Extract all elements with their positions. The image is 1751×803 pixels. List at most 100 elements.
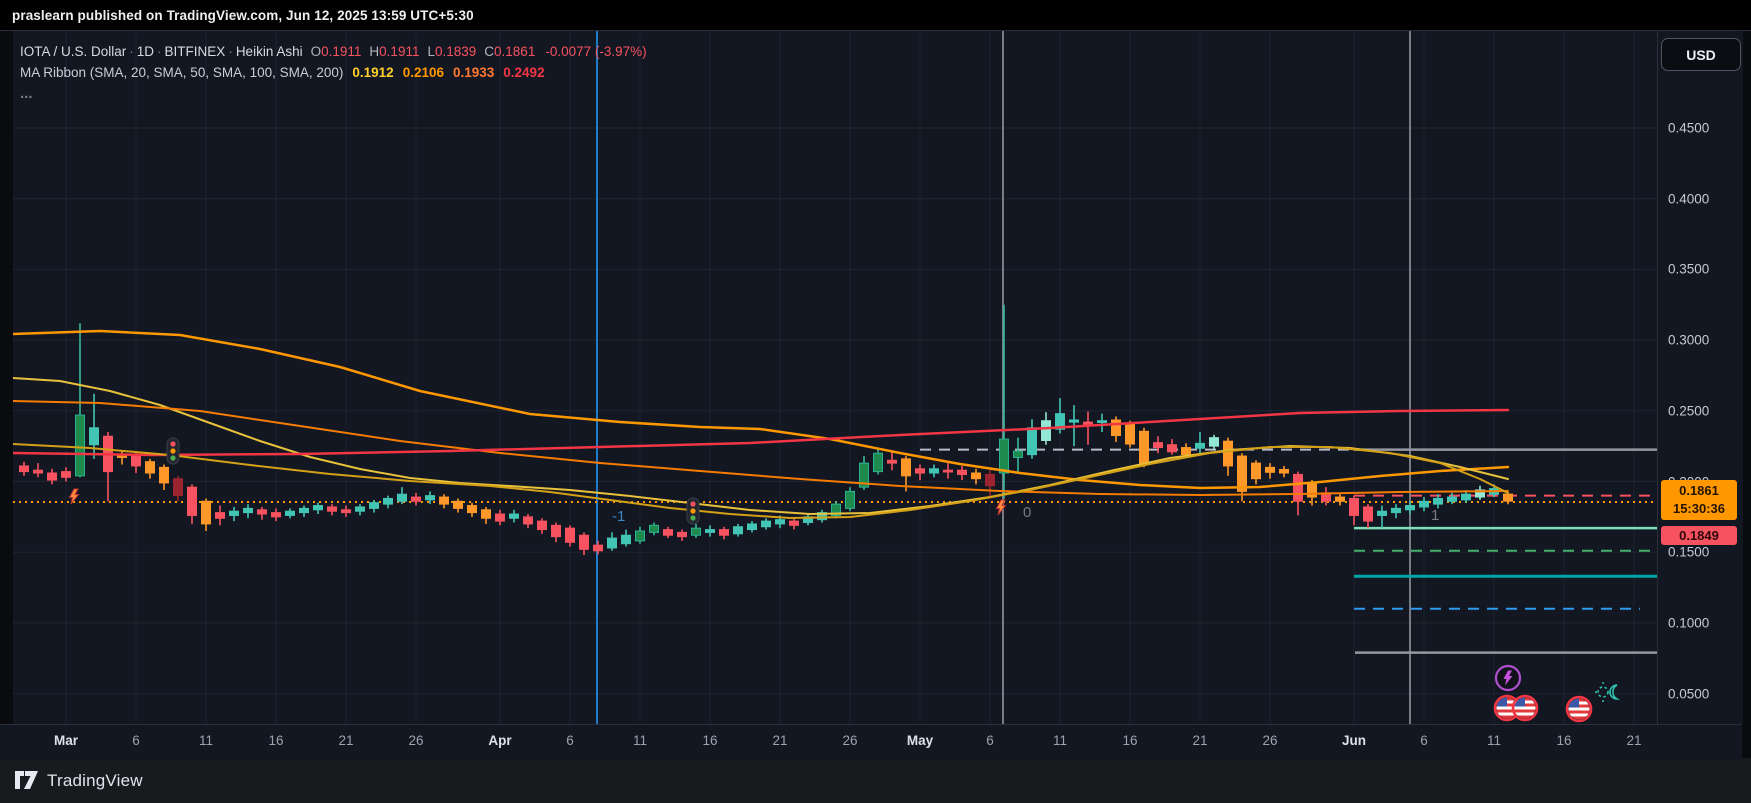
candle (426, 496, 435, 500)
candle (706, 530, 715, 533)
candle (580, 535, 589, 549)
candle (636, 531, 645, 541)
time-tick-label: 26 (842, 733, 857, 748)
candle (328, 507, 337, 511)
price-tick-label: 0.2500 (1668, 403, 1709, 418)
price-chart-canvas[interactable]: -1 0 1 (0, 31, 1751, 759)
candle (398, 494, 407, 501)
candle (790, 521, 799, 525)
candle (90, 428, 99, 445)
candle (1154, 443, 1163, 448)
symbol-title[interactable]: IOTA / U.S. Dollar (20, 44, 126, 59)
candle (1112, 420, 1121, 436)
publish-text: praslearn published on TradingView.com, … (12, 8, 474, 23)
candle (874, 453, 883, 471)
candle (258, 510, 267, 514)
candle (678, 532, 687, 536)
interval[interactable]: 1D (137, 44, 154, 59)
time-axis[interactable]: Mar611162126Apr611162126May611162126Jun6… (0, 724, 1742, 760)
ohlc-values: O0.1911H0.1911L0.1839C0.1861 (303, 44, 536, 59)
candle (538, 521, 547, 529)
time-tick-label: 16 (268, 733, 283, 748)
candle (1280, 469, 1289, 473)
time-tick-label: 6 (132, 733, 140, 748)
last-price-badge: 0.1861 15:30:36 (1661, 480, 1737, 520)
publish-bar: praslearn published on TradingView.com, … (0, 0, 1751, 30)
legend-ma-ribbon-row[interactable]: MA Ribbon (SMA, 20, SMA, 50, SMA, 100, S… (20, 62, 647, 83)
candle (1294, 474, 1303, 501)
time-tick-label: 6 (1420, 733, 1428, 748)
us-flag-event-icon (1567, 697, 1591, 721)
candle (454, 501, 463, 508)
time-tick-label: 26 (408, 733, 423, 748)
price-tick-label: 0.1500 (1668, 545, 1709, 560)
candle (972, 473, 981, 479)
candle (622, 535, 631, 543)
cycle-number-label: -1 (612, 508, 625, 525)
candle (1448, 497, 1457, 501)
candle (1000, 439, 1009, 473)
price-tick-label: 0.0500 (1668, 686, 1709, 701)
ohlc-key: L (427, 44, 435, 59)
time-tick-label: 21 (1192, 733, 1207, 748)
candle (34, 470, 43, 473)
footer-bar: TradingView (0, 758, 1751, 803)
candle (1098, 421, 1107, 423)
candle (342, 510, 351, 513)
candle (1182, 448, 1191, 455)
chart-legend[interactable]: IOTA / U.S. Dollar·1D·BITFINEX·Heikin As… (20, 41, 647, 104)
price-tick-label: 0.3500 (1668, 262, 1709, 277)
candle (1364, 507, 1373, 521)
price-axis[interactable]: 0.1861 15:30:36 0.1849 0.45000.40000.350… (1657, 31, 1743, 724)
last-price-value: 0.1861 (1661, 482, 1737, 500)
candle (1434, 498, 1443, 504)
ma-line-SMA 50 (13, 331, 1508, 488)
ma-value: 0.2106 (403, 65, 444, 80)
candle (1252, 463, 1261, 479)
candle (524, 517, 533, 524)
time-tick-label: 26 (1262, 733, 1277, 748)
candle (888, 460, 897, 463)
cycle-number-label: 0 (1023, 504, 1031, 521)
candle (62, 472, 71, 478)
currency-toggle-button[interactable]: USD (1661, 38, 1741, 71)
time-tick-label: 21 (338, 733, 353, 748)
legend-more-row[interactable]: ... (20, 83, 647, 104)
ohlc-value: 0.1911 (379, 44, 419, 59)
time-tick-label: 11 (1053, 733, 1067, 748)
left-padding (0, 31, 13, 724)
ma-value: 0.2492 (503, 65, 544, 80)
candle (1266, 467, 1275, 472)
candle (720, 530, 729, 536)
candle (1168, 445, 1177, 452)
chart-stage[interactable]: -1 0 1 IOTA / U.S. Dollar·1D·BITFINEX·Heik… (0, 30, 1751, 759)
candle (370, 503, 379, 509)
tradingview-brand-text[interactable]: TradingView (47, 771, 143, 791)
candle (664, 530, 673, 536)
cycle-number-label: 1 (1431, 507, 1439, 524)
tradingview-logo-icon[interactable] (14, 770, 39, 791)
candle (1196, 443, 1205, 448)
ohlc-value: 0.1839 (435, 44, 476, 59)
candle (244, 508, 253, 512)
candle (902, 459, 911, 476)
candle (300, 508, 309, 512)
time-tick-label: Apr (488, 733, 511, 748)
candle (748, 524, 757, 530)
more-indicator-ellipsis[interactable]: ... (20, 85, 33, 102)
candle (608, 538, 617, 548)
ma-ribbon-values: 0.19120.21060.19330.2492 (343, 65, 544, 80)
traffic-light-marker-icon (687, 498, 699, 524)
ma-value: 0.1933 (453, 65, 494, 80)
currency-label: USD (1686, 47, 1716, 63)
legend-symbol-row[interactable]: IOTA / U.S. Dollar·1D·BITFINEX·Heikin As… (20, 41, 647, 62)
candle (1504, 494, 1513, 501)
candle (286, 511, 295, 515)
candle (272, 513, 281, 517)
candle (650, 525, 659, 532)
ma-ribbon-label[interactable]: MA Ribbon (SMA, 20, SMA, 50, SMA, 100, S… (20, 65, 343, 80)
time-tick-label: Mar (54, 733, 78, 748)
candle (1224, 441, 1233, 466)
time-tick-label: Jun (1342, 733, 1366, 748)
candle (552, 525, 561, 536)
